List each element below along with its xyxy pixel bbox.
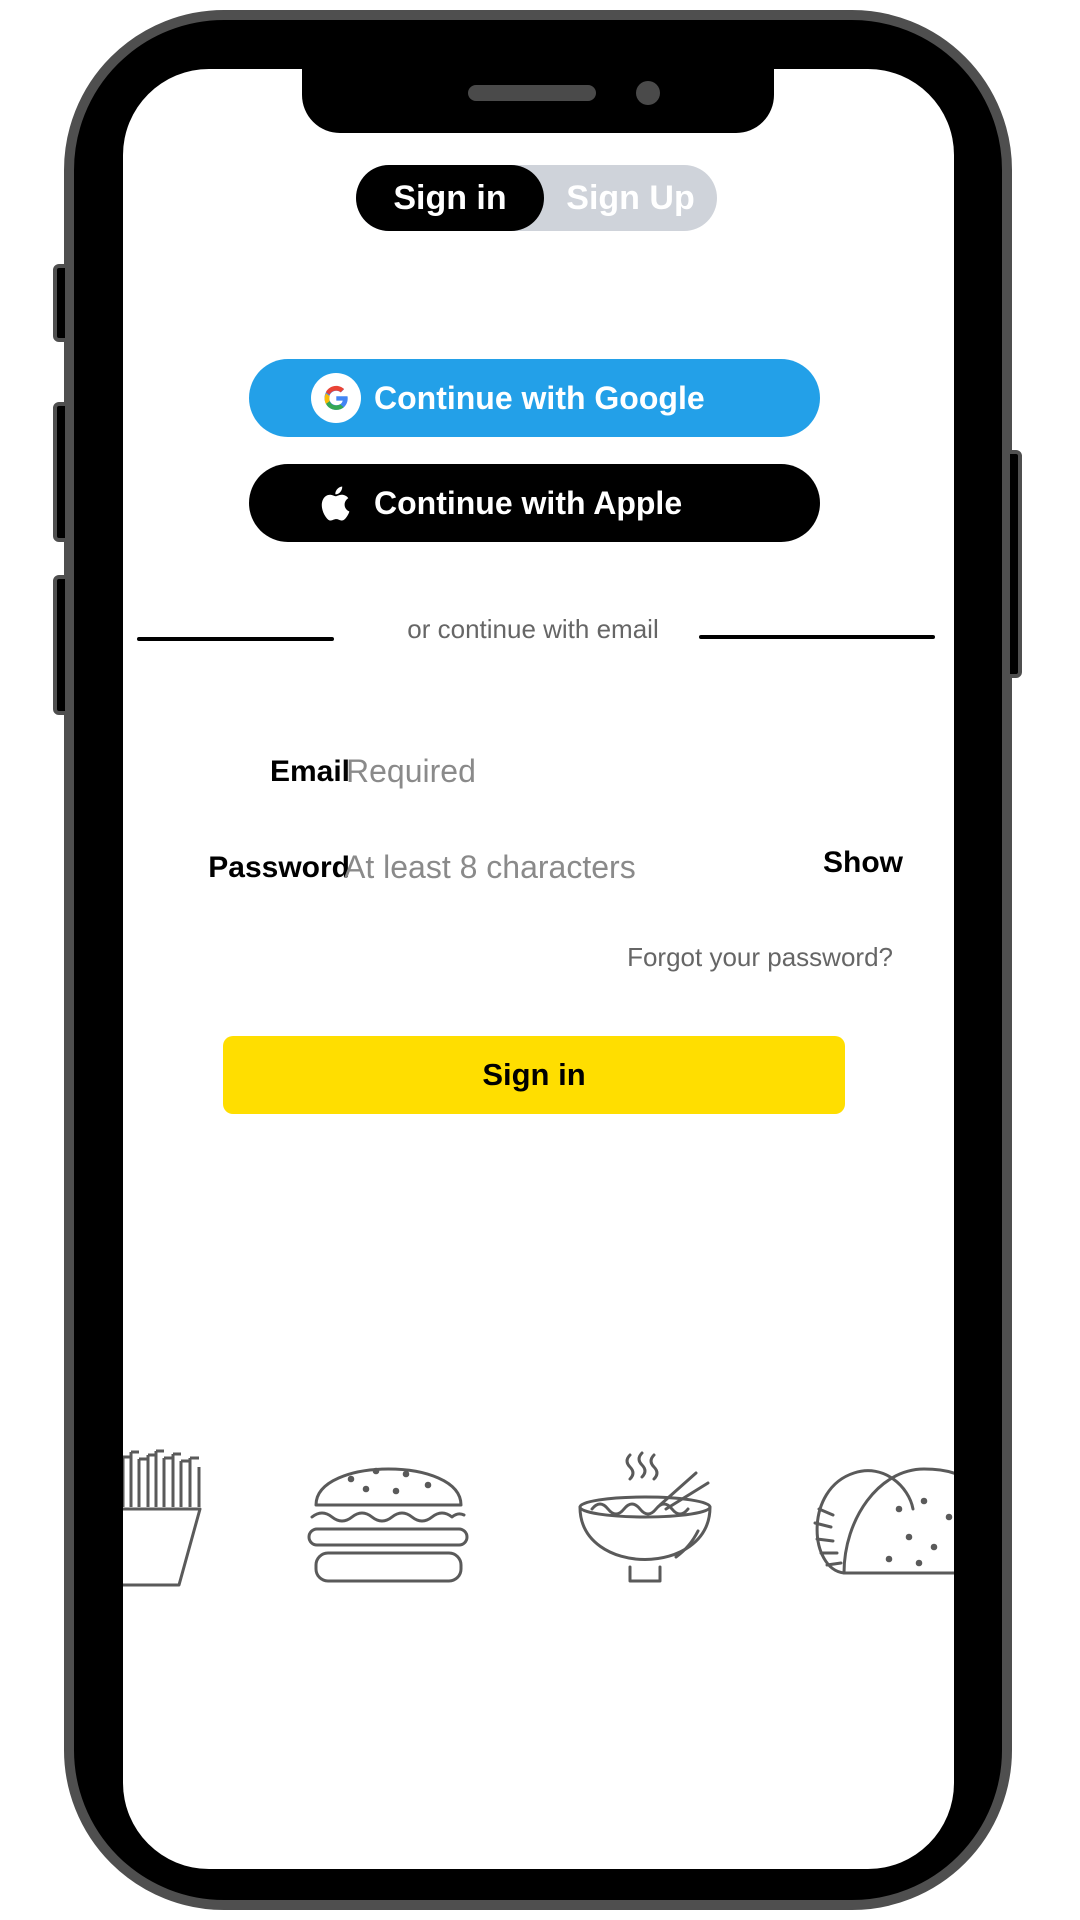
show-password-button[interactable]: Show (823, 846, 903, 880)
apple-icon (311, 478, 361, 528)
front-camera (636, 81, 660, 105)
google-button-label: Continue with Google (374, 380, 705, 416)
continue-with-google-button[interactable]: Continue with Google (249, 359, 820, 437)
notch (302, 69, 774, 133)
continue-with-apple-button[interactable]: Continue with Apple (249, 464, 820, 542)
email-label: Email (269, 755, 350, 788)
noodle-bowl-icon (578, 1449, 718, 1589)
google-icon (311, 373, 361, 423)
volume-down-button (53, 575, 69, 715)
email-field[interactable] (346, 749, 886, 793)
password-label: Password (208, 851, 350, 884)
fries-icon (123, 1449, 203, 1589)
silent-switch (53, 264, 69, 342)
password-field[interactable] (344, 845, 784, 889)
tab-sign-in[interactable]: Sign in (356, 165, 544, 231)
divider-line-right (699, 635, 935, 639)
forgot-password-link[interactable]: Forgot your password? (623, 942, 893, 973)
divider-text: or continue with email (407, 614, 659, 644)
phone-screen: Sign in Sign Up Continue with Google Con… (123, 69, 954, 1869)
apple-button-label: Continue with Apple (374, 485, 683, 521)
volume-up-button (53, 402, 69, 542)
burger-icon (306, 1449, 471, 1589)
divider-line-left (137, 637, 334, 641)
power-button (1006, 450, 1022, 678)
taco-icon (809, 1459, 954, 1579)
tab-sign-up[interactable]: Sign Up (544, 165, 717, 231)
sign-in-button[interactable]: Sign in (223, 1036, 845, 1114)
auth-mode-toggle: Sign in Sign Up (356, 165, 717, 231)
speaker-grille (468, 85, 596, 101)
